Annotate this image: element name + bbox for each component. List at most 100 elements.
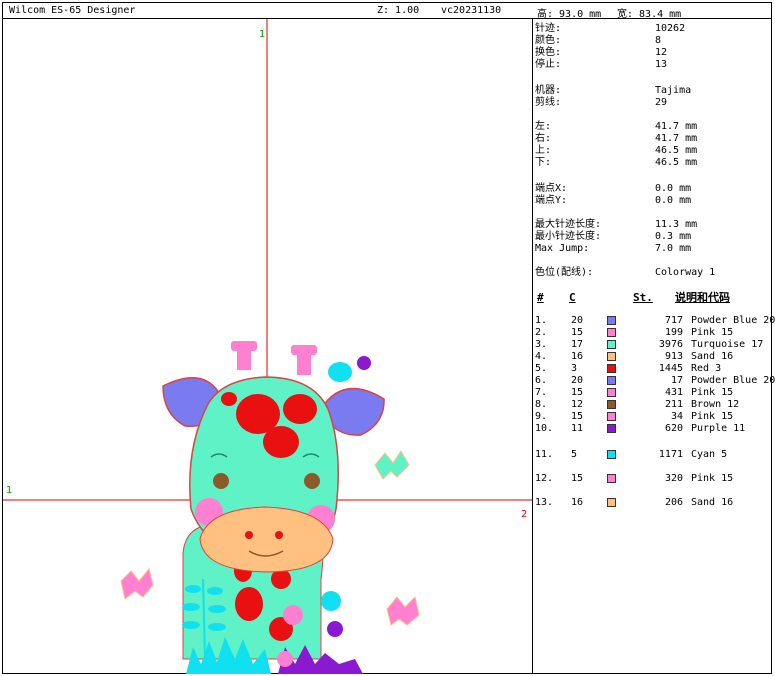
design-height: 高: 93.0 mm: [537, 9, 602, 20]
color-row-number: 6.: [535, 375, 548, 386]
color-row[interactable]: 12. 15 320 Pink 15: [535, 473, 775, 485]
color-row-stitches: 206: [664, 497, 683, 508]
stat-machine: 机器: Tajima: [535, 85, 692, 96]
color-row-stitches: 717: [664, 315, 683, 326]
color-row-name: Powder Blue 20: [691, 375, 775, 386]
col-header-stitches: St.: [633, 291, 653, 304]
design-canvas[interactable]: 1 1 2: [3, 19, 532, 674]
color-row-name: Brown 12: [691, 399, 740, 410]
color-swatch: [607, 412, 616, 421]
color-row[interactable]: 10. 11 620 Purple 11: [535, 423, 775, 435]
stat-color-changes: 换色: 12: [535, 47, 668, 58]
color-row[interactable]: 4. 16 913 Sand 16: [535, 351, 775, 363]
color-row-code: 16: [571, 497, 584, 508]
color-row-name: Pink 15: [691, 327, 734, 338]
color-row-number: 5.: [535, 363, 548, 374]
color-row-stitches: 1171: [658, 449, 683, 460]
color-row-stitches: 34: [670, 411, 683, 422]
color-row[interactable]: 7. 15 431 Pink 15: [535, 387, 775, 399]
color-row-code: 12: [571, 399, 584, 410]
color-row-stitches: 1445: [658, 363, 683, 374]
color-swatch: [607, 424, 616, 433]
col-header-num: #: [537, 291, 544, 304]
color-row-code: 17: [571, 339, 584, 350]
color-row-code: 15: [571, 327, 584, 338]
stat-colors: 颜色: 8: [535, 35, 662, 46]
color-row-stitches: 431: [664, 387, 683, 398]
color-row-code: 11: [571, 423, 584, 434]
color-row-stitches: 320: [664, 473, 683, 484]
stat-max-jump: Max Jump: 7.0 mm: [535, 243, 692, 254]
color-row-number: 2.: [535, 327, 548, 338]
color-swatch: [607, 400, 616, 409]
stat-stops: 停止: 13: [535, 59, 668, 70]
axis-marker-top: 1: [259, 29, 266, 40]
color-row-number: 9.: [535, 411, 548, 422]
color-swatch: [607, 388, 616, 397]
color-row[interactable]: 2. 15 199 Pink 15: [535, 327, 775, 339]
color-row-name: Sand 16: [691, 497, 734, 508]
color-row[interactable]: 13. 16 206 Sand 16: [535, 497, 775, 509]
color-row-name: Powder Blue 20: [691, 315, 775, 326]
color-row-number: 10.: [535, 423, 554, 434]
color-row-stitches: 913: [664, 351, 683, 362]
color-row[interactable]: 3. 17 3976 Turquoise 17: [535, 339, 775, 351]
color-row-code: 15: [571, 473, 584, 484]
stat-top: 上: 46.5 mm: [535, 145, 698, 156]
color-row-code: 16: [571, 351, 584, 362]
color-row-code: 15: [571, 387, 584, 398]
color-row[interactable]: 9. 15 34 Pink 15: [535, 411, 775, 423]
version-label: vc20231130: [441, 5, 502, 16]
stat-trims: 剪线: 29: [535, 97, 668, 108]
designer-window: Wilcom ES-65 Designer Z: 1.00 vc20231130…: [2, 2, 775, 674]
color-row-name: Cyan 5: [691, 449, 728, 460]
color-row-code: 3: [571, 363, 578, 374]
color-row-stitches: 211: [664, 399, 683, 410]
color-row-stitches: 3976: [658, 339, 683, 350]
color-row-name: Purple 11: [691, 423, 746, 434]
color-row-code: 5: [571, 449, 578, 460]
color-row[interactable]: 5. 3 1445 Red 3: [535, 363, 775, 375]
color-swatch: [607, 328, 616, 337]
color-row[interactable]: 11. 5 1171 Cyan 5: [535, 449, 775, 461]
color-row[interactable]: 8. 12 211 Brown 12: [535, 399, 775, 411]
color-row-name: Turquoise 17: [691, 339, 764, 350]
color-row-number: 8.: [535, 399, 548, 410]
color-row[interactable]: 6. 20 17 Powder Blue 20: [535, 375, 775, 387]
col-header-description: 说明和代码: [675, 291, 730, 304]
color-swatch: [607, 352, 616, 361]
color-row-name: Pink 15: [691, 411, 734, 422]
color-row-code: 15: [571, 411, 584, 422]
color-row-number: 4.: [535, 351, 548, 362]
zoom-level: Z: 1.00: [377, 5, 420, 16]
axis-marker-right: 2: [521, 509, 528, 520]
color-row-number: 11.: [535, 449, 554, 460]
app-title: Wilcom ES-65 Designer: [9, 5, 136, 16]
stat-end-y: 端点Y: 0.0 mm: [535, 195, 692, 206]
color-swatch: [607, 340, 616, 349]
color-row-stitches: 17: [670, 375, 683, 386]
info-panel: 针迹: 10262 颜色: 8 换色: 12 停止: 13 机器: Tajima 剪线: 2…: [535, 19, 775, 674]
color-row-number: 1.: [535, 315, 548, 326]
color-row-name: Pink 15: [691, 473, 734, 484]
color-row-name: Red 3: [691, 363, 722, 374]
stat-colorway: 色位(配线): Colorway 1: [535, 267, 716, 278]
stat-stitches: 针迹: 10262: [535, 23, 686, 34]
color-row-number: 13.: [535, 497, 554, 508]
color-row-code: 20: [571, 315, 584, 326]
color-row-number: 7.: [535, 387, 548, 398]
stat-end-x: 端点X: 0.0 mm: [535, 183, 692, 194]
stat-min-stitch: 最小针迹长度: 0.3 mm: [535, 231, 692, 242]
color-row[interactable]: 1. 20 717 Powder Blue 20: [535, 315, 775, 327]
title-bar: Wilcom ES-65 Designer Z: 1.00 vc20231130…: [3, 3, 771, 20]
color-swatch: [607, 450, 616, 459]
panel-divider: [532, 19, 533, 674]
color-row-number: 12.: [535, 473, 554, 484]
color-row-name: Sand 16: [691, 351, 734, 362]
design-width: 宽: 83.4 mm: [617, 9, 682, 20]
color-swatch: [607, 498, 616, 507]
stat-right: 右: 41.7 mm: [535, 133, 698, 144]
color-swatch: [607, 316, 616, 325]
stat-left: 左: 41.7 mm: [535, 121, 698, 132]
color-row-code: 20: [571, 375, 584, 386]
